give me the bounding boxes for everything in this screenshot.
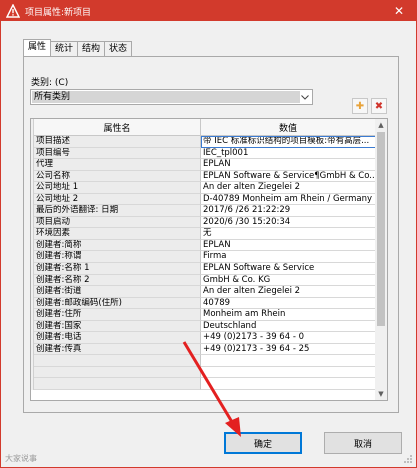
category-label: 类别: (C): [31, 78, 69, 88]
property-name-cell: 项目描述: [34, 136, 201, 148]
table-row[interactable]: 环境因素无: [31, 228, 376, 240]
property-name-cell: 公司地址 1: [34, 182, 201, 194]
column-header-value[interactable]: 数值: [201, 119, 376, 136]
table-row[interactable]: 创建者:住所 Monheim am Rhein: [31, 309, 376, 321]
property-value-cell[interactable]: Deutschland: [201, 320, 376, 333]
property-value-cell[interactable]: 无: [201, 228, 376, 240]
property-name-cell: 创建者:住所: [34, 309, 201, 321]
table-row[interactable]: 公司名称 EPLAN Software & Service¶GmbH & Co..…: [31, 170, 376, 183]
table-row[interactable]: 项目编号 IEC_tpl001: [31, 147, 376, 160]
property-value-cell[interactable]: EPLAN: [201, 239, 376, 252]
plus-icon: ✚: [355, 100, 365, 112]
table-row[interactable]: 创建者:名称 1 EPLAN Software & Service: [31, 263, 376, 275]
add-property-button[interactable]: ✚: [352, 98, 368, 114]
property-value-cell[interactable]: 2020/6 /30 15:20:34: [201, 216, 376, 229]
vertical-scrollbar[interactable]: ▲ ▼: [375, 119, 387, 400]
title-bar: 项目属性:新项目 ✕: [1, 1, 416, 21]
tab-status[interactable]: 状态: [104, 41, 133, 56]
property-name-cell: 项目编号: [34, 147, 201, 160]
warning-icon: [6, 4, 20, 18]
property-name-cell: 创建者:简称: [34, 239, 201, 252]
scroll-down-icon[interactable]: ▼: [375, 388, 387, 400]
scroll-up-icon[interactable]: ▲: [375, 119, 387, 131]
tab-statistics[interactable]: 统计: [50, 41, 79, 56]
property-value-cell[interactable]: EPLAN Software & Service¶GmbH & Co...: [201, 170, 376, 183]
delete-property-button[interactable]: ✖: [371, 98, 387, 114]
property-name-cell: 创建者:名称 2: [34, 274, 201, 287]
property-value-cell[interactable]: GmbH & Co. KG: [201, 274, 376, 287]
category-value: 所有类别: [32, 91, 300, 103]
property-name-cell: 环境因素: [34, 228, 201, 240]
property-value-cell[interactable]: 2017/6 /26 21:22:29: [201, 205, 376, 217]
property-name-cell: [34, 366, 201, 379]
property-name-cell: 创建者:称谓: [34, 251, 201, 264]
scrollbar-thumb[interactable]: [377, 132, 385, 326]
property-value-cell[interactable]: An der alten Ziegelei 2: [201, 182, 376, 194]
property-name-cell: 创建者:国家: [34, 320, 201, 333]
property-name-cell: 创建者:电话: [34, 332, 201, 344]
property-value-cell[interactable]: An der alten Ziegelei 2: [201, 286, 376, 298]
window-title: 项目属性:新项目: [25, 7, 92, 18]
chevron-down-icon[interactable]: [298, 90, 312, 104]
resize-grip-icon[interactable]: [403, 454, 413, 464]
category-select[interactable]: 所有类别: [30, 89, 313, 105]
property-name-cell: 公司名称: [34, 170, 201, 183]
property-value-cell[interactable]: Firma: [201, 251, 376, 264]
property-value-cell[interactable]: IEC_tpl001: [201, 147, 376, 160]
table-row[interactable]: 公司地址 2 D-40789 Monheim am Rhein / Germany: [31, 193, 376, 206]
table-row[interactable]: 创建者:名称 2 GmbH & Co. KG: [31, 274, 376, 287]
property-value-cell[interactable]: EPLAN: [201, 159, 376, 171]
red-arrow-annotation: [182, 341, 241, 437]
table-row[interactable]: 创建者:国家 Deutschland: [31, 320, 376, 333]
table-row[interactable]: 创建者:简称 EPLAN: [31, 239, 376, 252]
table-row[interactable]: 最后的外语翻译: 日期 2017/6 /26 21:22:29: [31, 205, 376, 217]
property-name-cell: 代理: [34, 159, 201, 171]
tab-structure[interactable]: 结构: [77, 41, 106, 56]
tab-strip: 属性 统计 结构 状态: [23, 39, 133, 56]
table-row[interactable]: 创建者:邮政编码(住所) 40789: [31, 297, 376, 310]
property-name-cell: [34, 378, 201, 391]
tab-properties[interactable]: 属性: [23, 39, 52, 56]
table-row[interactable]: 创建者:街道 An der alten Ziegelei 2: [31, 286, 376, 298]
property-name-cell: 最后的外语翻译: 日期: [34, 205, 201, 217]
property-name-cell: 项目启动: [34, 216, 201, 229]
property-name-cell: [34, 355, 201, 367]
delete-icon: ✖: [374, 100, 384, 112]
table-row[interactable]: 公司地址 1 An der alten Ziegelei 2: [31, 182, 376, 194]
property-name-cell: 创建者:街道: [34, 286, 201, 298]
table-row[interactable]: 代理 EPLAN: [31, 159, 376, 171]
property-value-cell[interactable]: Monheim am Rhein: [201, 309, 376, 321]
watermark: 大家说事: [5, 454, 37, 463]
project-properties-dialog: 项目属性:新项目 ✕ 属性 统计 结构 状态 类别: (C) 所有类别 ✚ ✖ …: [0, 0, 417, 468]
column-header-name[interactable]: 属性名: [33, 119, 202, 136]
property-value-cell[interactable]: EPLAN Software & Service: [201, 263, 376, 275]
property-name-cell: 创建者:邮政编码(住所): [34, 297, 201, 310]
property-name-cell: 创建者:传真: [34, 343, 201, 356]
cancel-button[interactable]: 取消: [324, 432, 402, 454]
property-value-cell[interactable]: 40789: [201, 297, 376, 310]
table-row[interactable]: 创建者:称谓 Firma: [31, 251, 376, 264]
table-row[interactable]: 项目启动 2020/6 /30 15:20:34: [31, 216, 376, 229]
table-row[interactable]: 项目描述带 IEC 标准标识结构的项目模板:带有高层...: [31, 136, 376, 148]
grid-header: 属性名 数值: [31, 119, 376, 136]
property-name-cell: 公司地址 2: [34, 193, 201, 206]
close-icon[interactable]: ✕: [386, 1, 412, 21]
property-name-cell: 创建者:名称 1: [34, 263, 201, 275]
property-value-cell[interactable]: 带 IEC 标准标识结构的项目模板:带有高层...: [201, 136, 376, 148]
property-value-cell[interactable]: D-40789 Monheim am Rhein / Germany: [201, 193, 376, 206]
